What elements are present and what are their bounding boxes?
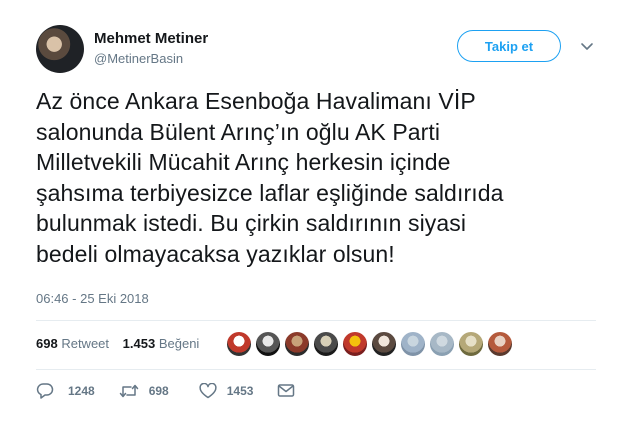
reply-count: 1248 bbox=[68, 383, 95, 398]
author-name[interactable]: Mehmet Metiner bbox=[94, 30, 208, 47]
tweet-text-line: bedeli olmayacaksa yazıklar olsun! bbox=[36, 240, 395, 267]
liker-avatars bbox=[226, 331, 513, 357]
tweet-text: Az önce Ankara Esenboğa Havalimanı VİP s… bbox=[36, 86, 596, 270]
liker-avatar-6[interactable] bbox=[371, 331, 397, 357]
liker-avatar-4[interactable] bbox=[313, 331, 339, 357]
retweet-icon bbox=[119, 383, 139, 399]
tweet-timestamp[interactable]: 06:46 - 25 Eki 2018 bbox=[36, 291, 149, 306]
tweet-actions: 1248 698 1453 bbox=[36, 382, 295, 399]
retweet-stat-count: 698 bbox=[36, 336, 58, 351]
heart-icon bbox=[199, 382, 217, 399]
reply-icon bbox=[36, 382, 54, 399]
divider bbox=[36, 369, 596, 370]
engagement-stats: 698 Retweet 1.453 Beğeni bbox=[36, 336, 199, 351]
like-button[interactable]: 1453 bbox=[199, 382, 254, 399]
liker-avatar-9[interactable] bbox=[458, 331, 484, 357]
retweet-count: 698 bbox=[148, 383, 169, 398]
liker-avatar-8[interactable] bbox=[429, 331, 455, 357]
divider bbox=[36, 320, 596, 321]
chevron-down-icon[interactable] bbox=[580, 40, 594, 52]
author-handle[interactable]: @MetinerBasin bbox=[94, 51, 183, 66]
liker-avatar-3[interactable] bbox=[284, 331, 310, 357]
retweet-stat[interactable]: 698 Retweet bbox=[36, 336, 109, 351]
liker-avatar-1[interactable] bbox=[226, 331, 252, 357]
liker-avatar-10[interactable] bbox=[487, 331, 513, 357]
retweet-stat-label: Retweet bbox=[61, 336, 110, 351]
tweet-text-line: bulunmak istedi. Bu çirkin saldırının si… bbox=[36, 210, 467, 237]
like-stat-count: 1.453 bbox=[122, 336, 156, 351]
author-avatar[interactable] bbox=[36, 25, 84, 73]
liker-avatar-7[interactable] bbox=[400, 331, 426, 357]
retweet-button[interactable]: 698 bbox=[119, 383, 169, 399]
like-count: 1453 bbox=[226, 383, 254, 398]
envelope-icon bbox=[277, 383, 295, 398]
like-stat[interactable]: 1.453 Beğeni bbox=[123, 336, 200, 351]
liker-avatar-5[interactable] bbox=[342, 331, 368, 357]
tweet-text-line: Milletvekili Mücahit Arınç herkesin için… bbox=[36, 149, 451, 176]
tweet-text-line: Az önce Ankara Esenboğa Havalimanı VİP bbox=[36, 88, 476, 114]
like-stat-label: Beğeni bbox=[158, 336, 200, 351]
reply-button[interactable]: 1248 bbox=[36, 382, 95, 399]
follow-button[interactable]: Takip et bbox=[457, 30, 561, 62]
direct-message-button[interactable] bbox=[277, 383, 295, 398]
tweet-text-line: şahsıma terbiyesizce laflar eşliğinde sa… bbox=[36, 179, 504, 206]
tweet-text-line: salonunda Bülent Arınç’ın oğlu AK Parti bbox=[36, 118, 441, 145]
liker-avatar-2[interactable] bbox=[255, 331, 281, 357]
